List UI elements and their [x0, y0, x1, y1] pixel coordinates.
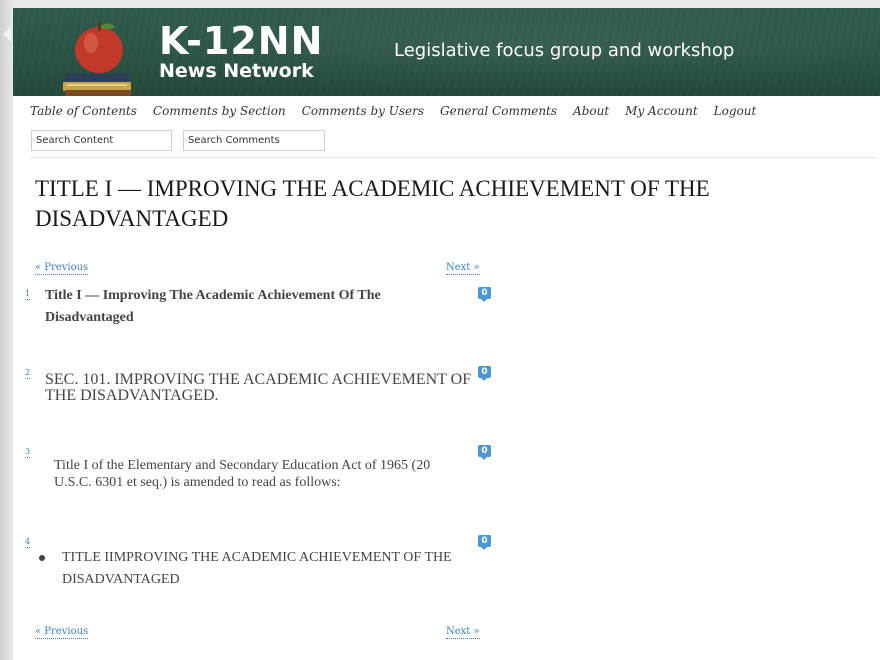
paragraph-number-3[interactable]: 3 [25, 447, 31, 458]
nav-about[interactable]: About [573, 103, 609, 121]
comment-count-badge-1[interactable]: 0 [478, 287, 491, 302]
site-tagline: Legislative focus group and workshop [394, 40, 735, 61]
browser-top-edge [13, 0, 880, 8]
browser-left-edge [0, 0, 13, 660]
paragraph-4-text: TITLE IIMPROVING THE ACADEMIC ACHIEVEMEN… [62, 550, 452, 587]
paragraph-3-text: Title I of the Elementary and Secondary … [54, 458, 431, 490]
page-title: TITLE I — IMPROVING THE ACADEMIC ACHIEVE… [35, 176, 710, 231]
site-header: K-12NN News Network Legislative focus gr… [13, 8, 880, 96]
nav-comments-by-section[interactable]: Comments by Section [153, 103, 286, 121]
paragraph-number-2[interactable]: 2 [25, 368, 31, 379]
next-link-top[interactable]: Next » [446, 262, 480, 275]
paragraph-1-text: Title I — Improving The Academic Achieve… [45, 288, 381, 325]
back-arrow-icon[interactable] [3, 26, 11, 42]
previous-link-top[interactable]: « Previous [35, 262, 89, 275]
search-comments-input[interactable]: Search Comments [183, 130, 325, 151]
previous-link-bottom[interactable]: « Previous [35, 626, 89, 639]
comment-count-badge-2[interactable]: 0 [478, 366, 491, 381]
brand-logo-subtext[interactable]: News Network [159, 60, 314, 82]
brand-logo-text[interactable]: K-12NN [159, 22, 323, 60]
header-divider [30, 157, 876, 158]
paragraph-number-4[interactable]: 4 [25, 537, 31, 548]
nav-comments-by-users[interactable]: Comments by Users [302, 103, 424, 121]
comment-count-badge-3[interactable]: 0 [478, 445, 491, 460]
search-content-input[interactable]: Search Content [31, 130, 172, 151]
comment-count-badge-4[interactable]: 0 [478, 535, 491, 550]
paragraph-number-1[interactable]: 1 [25, 289, 31, 300]
nav-table-of-contents[interactable]: Table of Contents [30, 103, 137, 121]
nav-my-account[interactable]: My Account [625, 103, 698, 121]
main-nav: Table of Contents Comments by Section Co… [30, 103, 772, 121]
nav-logout[interactable]: Logout [714, 103, 757, 121]
next-link-bottom[interactable]: Next » [446, 626, 480, 639]
bullet-icon [39, 555, 45, 561]
paragraph-2-text: SEC. 101. IMPROVING THE ACADEMIC ACHIEVE… [45, 371, 472, 404]
nav-general-comments[interactable]: General Comments [440, 103, 557, 121]
apple-on-books-logo-icon [63, 22, 131, 96]
